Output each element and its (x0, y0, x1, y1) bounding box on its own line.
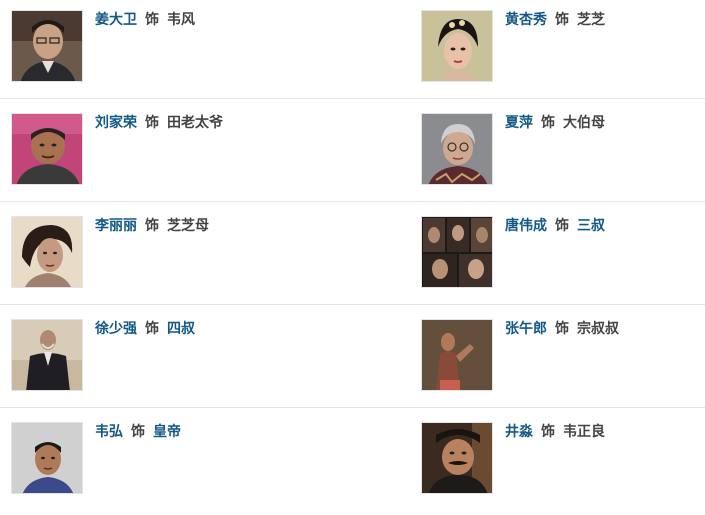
cast-caption: 刘家荣饰田老太爷 (95, 114, 223, 132)
actor-name-link[interactable]: 姜大卫 (95, 12, 137, 28)
cast-caption: 李丽丽饰芝芝母 (95, 217, 209, 235)
role-name-link[interactable]: 三叔 (577, 218, 605, 234)
role-name: 大伯母 (563, 115, 605, 131)
actor-name-link[interactable]: 韦弘 (95, 424, 123, 440)
role-verb: 饰 (541, 424, 555, 440)
role-name: 芝芝母 (167, 218, 209, 234)
row-divider (0, 98, 705, 99)
actor-name-link[interactable]: 徐少强 (95, 321, 137, 337)
role-name: 韦风 (167, 12, 195, 28)
role-verb: 饰 (145, 115, 159, 131)
row-divider (0, 304, 705, 305)
cast-caption: 韦弘饰皇帝 (95, 423, 181, 441)
actor-name-link[interactable]: 刘家荣 (95, 115, 137, 131)
actor-name-link[interactable]: 井淼 (505, 424, 533, 440)
actor-photo[interactable] (11, 113, 83, 185)
actor-photo[interactable] (11, 10, 83, 82)
cast-row: 姜大卫饰韦风 黄杏秀饰芝芝 (0, 0, 705, 103)
role-name-link[interactable]: 皇帝 (153, 424, 181, 440)
actor-photo[interactable] (421, 422, 493, 494)
role-verb: 饰 (555, 321, 569, 337)
actor-photo[interactable] (11, 216, 83, 288)
role-verb: 饰 (145, 218, 159, 234)
cast-row: 徐少强饰四叔 张午郎饰宗叔叔 (0, 309, 705, 412)
role-verb: 饰 (145, 321, 159, 337)
actor-photo[interactable] (421, 10, 493, 82)
role-name: 宗叔叔 (577, 321, 619, 337)
cast-caption: 黄杏秀饰芝芝 (505, 11, 605, 29)
role-name: 芝芝 (577, 12, 605, 28)
actor-photo[interactable] (421, 113, 493, 185)
role-name-link[interactable]: 四叔 (167, 321, 195, 337)
actor-name-link[interactable]: 李丽丽 (95, 218, 137, 234)
role-name: 韦正良 (563, 424, 605, 440)
cast-caption: 井淼饰韦正良 (505, 423, 605, 441)
role-name: 田老太爷 (167, 115, 223, 131)
actor-name-link[interactable]: 黄杏秀 (505, 12, 547, 28)
role-verb: 饰 (555, 218, 569, 234)
cast-row: 刘家荣饰田老太爷 夏萍饰大伯母 (0, 103, 705, 206)
actor-name-link[interactable]: 夏萍 (505, 115, 533, 131)
role-verb: 饰 (541, 115, 555, 131)
cast-row: 韦弘饰皇帝 井淼饰韦正良 (0, 412, 705, 515)
actor-name-link[interactable]: 唐伟成 (505, 218, 547, 234)
actor-name-link[interactable]: 张午郎 (505, 321, 547, 337)
cast-caption: 张午郎饰宗叔叔 (505, 320, 619, 338)
actor-photo[interactable] (11, 422, 83, 494)
role-verb: 饰 (145, 12, 159, 28)
cast-caption: 徐少强饰四叔 (95, 320, 195, 338)
cast-list: 姜大卫饰韦风 黄杏秀饰芝芝 刘家荣 饰 田老太爷 夏萍 饰 大伯母 李丽丽 饰 … (0, 0, 705, 510)
cast-row: 李丽丽饰芝芝母 唐伟成饰三叔 (0, 206, 705, 309)
cast-caption: 唐伟成饰三叔 (505, 217, 605, 235)
actor-photo[interactable] (11, 319, 83, 391)
cast-caption: 夏萍饰大伯母 (505, 114, 605, 132)
role-verb: 饰 (555, 12, 569, 28)
role-verb: 饰 (131, 424, 145, 440)
actor-photo[interactable] (421, 216, 493, 288)
actor-photo[interactable] (421, 319, 493, 391)
row-divider (0, 201, 705, 202)
cast-caption: 姜大卫饰韦风 (95, 11, 195, 29)
row-divider (0, 407, 705, 408)
